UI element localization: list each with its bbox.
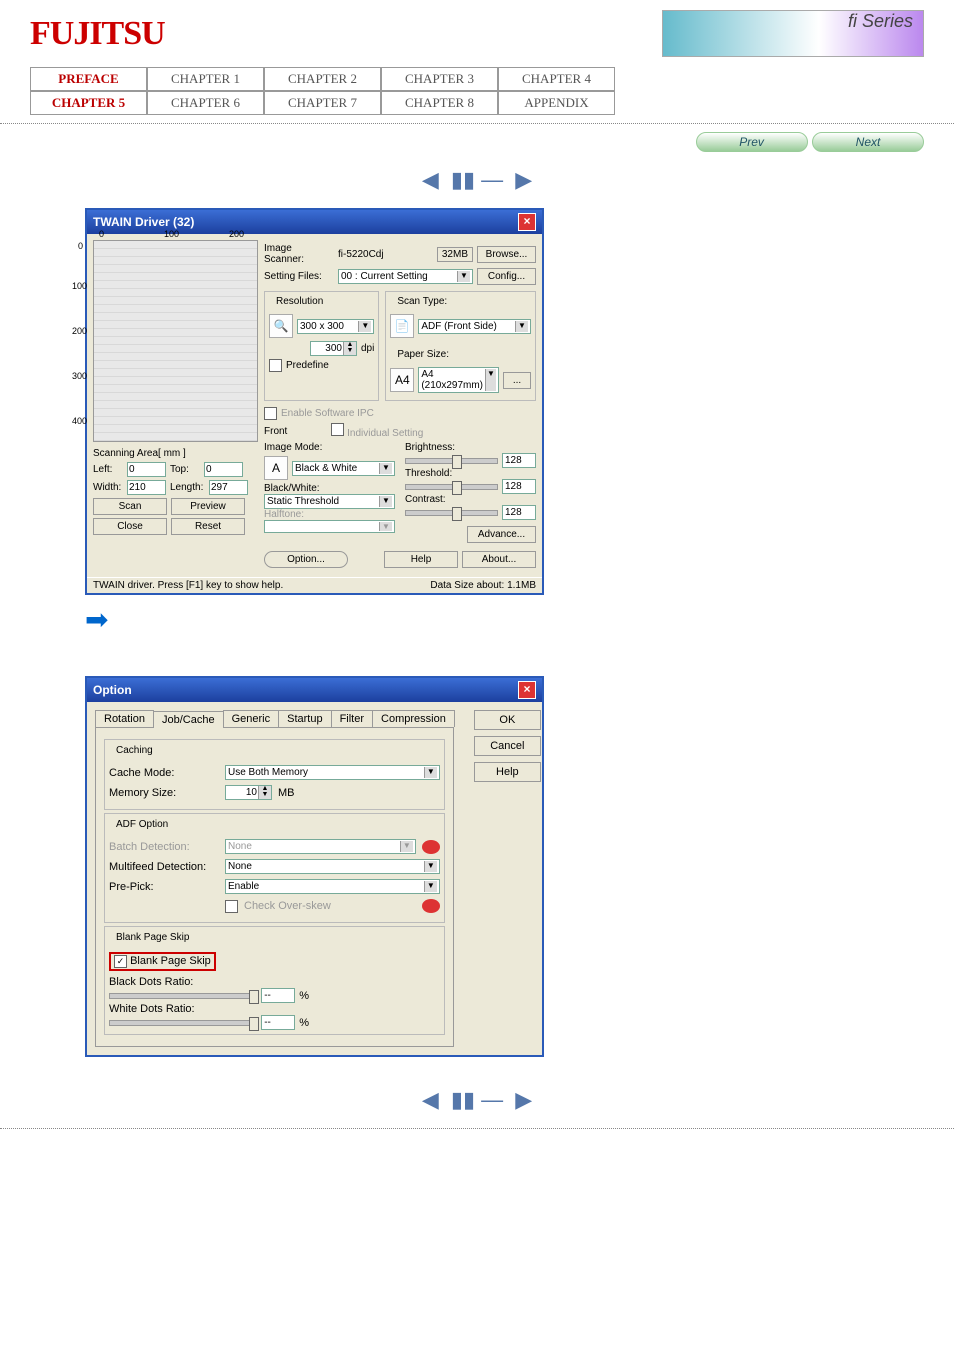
- nav-ch5[interactable]: CHAPTER 5: [30, 91, 147, 115]
- fujitsu-logo: FUJITSU: [30, 15, 165, 53]
- multifeed-combo[interactable]: None▼: [225, 859, 440, 874]
- overskew-checkbox: [225, 900, 238, 913]
- threshold-slider[interactable]: [405, 484, 498, 490]
- option-button[interactable]: Option...: [264, 551, 348, 568]
- about-button[interactable]: About...: [462, 551, 536, 568]
- paper-size-combo[interactable]: A4 (210x297mm)▼: [418, 367, 499, 393]
- nav-ch4[interactable]: CHAPTER 4: [498, 67, 615, 91]
- banner: fi Series: [662, 10, 924, 57]
- blank-page-skip-checkbox[interactable]: ✓: [114, 955, 127, 968]
- paper-more-button[interactable]: ...: [503, 372, 531, 389]
- nav-appendix[interactable]: APPENDIX: [498, 91, 615, 115]
- tab-filter[interactable]: Filter: [331, 710, 373, 727]
- option-help-button[interactable]: Help: [474, 762, 541, 782]
- threshold-value[interactable]: [502, 479, 536, 494]
- white-ratio-slider[interactable]: [109, 1020, 257, 1026]
- prepick-combo[interactable]: Enable▼: [225, 879, 440, 894]
- pager-bottom: ◀ ▮▮— ▶: [0, 1087, 954, 1113]
- paper-size-icon: A4: [390, 368, 414, 392]
- batch-combo: None▼: [225, 839, 416, 854]
- pager-top: ◀ ▮▮— ▶: [0, 167, 954, 193]
- brightness-slider[interactable]: [405, 458, 498, 464]
- individual-checkbox: [331, 423, 344, 436]
- page-next-icon-b[interactable]: ▶: [515, 1087, 532, 1112]
- page-prev-icon-b[interactable]: ◀: [422, 1087, 439, 1112]
- length-input[interactable]: [209, 480, 248, 495]
- scanning-area-label: Scanning Area[ mm ]: [93, 448, 258, 459]
- contrast-value[interactable]: [502, 505, 536, 520]
- brightness-value[interactable]: [502, 453, 536, 468]
- tab-compression[interactable]: Compression: [372, 710, 455, 727]
- option-dialog: Option × Rotation Job/Cache Generic Star…: [85, 676, 544, 1057]
- nav-ch1[interactable]: CHAPTER 1: [147, 67, 264, 91]
- next-button[interactable]: Next: [812, 132, 924, 152]
- twain-title: TWAIN Driver (32): [93, 215, 194, 229]
- tab-jobcache[interactable]: Job/Cache: [153, 711, 224, 728]
- image-mode-combo[interactable]: Black & White▼: [292, 461, 395, 476]
- chapter-nav: PREFACE CHAPTER 1 CHAPTER 2 CHAPTER 3 CH…: [30, 67, 924, 115]
- nav-preface[interactable]: PREFACE: [30, 67, 147, 91]
- data-size-value: 1.1MB: [507, 580, 536, 591]
- black-ratio-value[interactable]: [261, 988, 295, 1003]
- cache-mode-combo[interactable]: Use Both Memory▼: [225, 765, 440, 780]
- close-icon[interactable]: ×: [518, 213, 536, 231]
- predefine-checkbox[interactable]: [269, 359, 282, 372]
- status-text: TWAIN driver. Press [F1] key to show hel…: [93, 580, 283, 591]
- option-close-icon[interactable]: ×: [518, 681, 536, 699]
- ok-button[interactable]: OK: [474, 710, 541, 730]
- tab-generic[interactable]: Generic: [223, 710, 280, 727]
- width-input[interactable]: [127, 480, 166, 495]
- bw-combo[interactable]: Static Threshold▼: [264, 494, 395, 509]
- contrast-slider[interactable]: [405, 510, 498, 516]
- scan-button[interactable]: Scan: [93, 498, 167, 515]
- preview-area: 0 100 200 0 100 200 300 400: [93, 240, 258, 442]
- nav-ch2[interactable]: CHAPTER 2: [264, 67, 381, 91]
- white-ratio-value[interactable]: [261, 1015, 295, 1030]
- ipc-checkbox: [264, 407, 277, 420]
- nav-ch6[interactable]: CHAPTER 6: [147, 91, 264, 115]
- resolution-combo[interactable]: 300 x 300▼: [297, 319, 374, 334]
- image-mode-icon: A: [264, 456, 288, 480]
- close-button[interactable]: Close: [93, 518, 167, 535]
- resolution-icon: 🔍: [269, 314, 293, 338]
- black-ratio-slider[interactable]: [109, 993, 257, 999]
- blank-page-skip-highlight: ✓ Blank Page Skip: [109, 952, 216, 971]
- no-entry-icon-2: [422, 899, 440, 913]
- nav-ch7[interactable]: CHAPTER 7: [264, 91, 381, 115]
- top-input[interactable]: [204, 462, 243, 477]
- config-button[interactable]: Config...: [477, 268, 536, 285]
- scan-type-combo[interactable]: ADF (Front Side)▼: [418, 319, 531, 334]
- image-scanner-value: fi-5220Cdj: [338, 249, 384, 260]
- dpi-input[interactable]: [311, 342, 343, 355]
- browse-button[interactable]: Browse...: [477, 246, 536, 263]
- halftone-combo: ▼: [264, 520, 395, 533]
- page-prev-icon[interactable]: ◀: [422, 167, 439, 192]
- reset-button[interactable]: Reset: [171, 518, 245, 535]
- help-button[interactable]: Help: [384, 551, 458, 568]
- nav-ch3[interactable]: CHAPTER 3: [381, 67, 498, 91]
- setting-files-combo[interactable]: 00 : Current Setting▼: [338, 269, 473, 284]
- arrow-right-icon: ➡: [85, 603, 954, 636]
- no-entry-icon: [422, 840, 440, 854]
- tab-startup[interactable]: Startup: [278, 710, 331, 727]
- memory-size-input[interactable]: [226, 786, 258, 799]
- prev-button[interactable]: Prev: [696, 132, 808, 152]
- left-input[interactable]: [127, 462, 166, 477]
- page-next-icon[interactable]: ▶: [515, 167, 532, 192]
- tab-rotation[interactable]: Rotation: [95, 710, 154, 727]
- nav-ch8[interactable]: CHAPTER 8: [381, 91, 498, 115]
- advance-button[interactable]: Advance...: [467, 526, 536, 543]
- option-title: Option: [93, 683, 132, 697]
- preview-button[interactable]: Preview: [171, 498, 245, 515]
- twain-dialog: TWAIN Driver (32) × 0 100 200 0 100 200 …: [85, 208, 544, 595]
- scan-type-icon: 📄: [390, 314, 414, 338]
- mem-badge: 32MB: [437, 247, 473, 262]
- cancel-button[interactable]: Cancel: [474, 736, 541, 756]
